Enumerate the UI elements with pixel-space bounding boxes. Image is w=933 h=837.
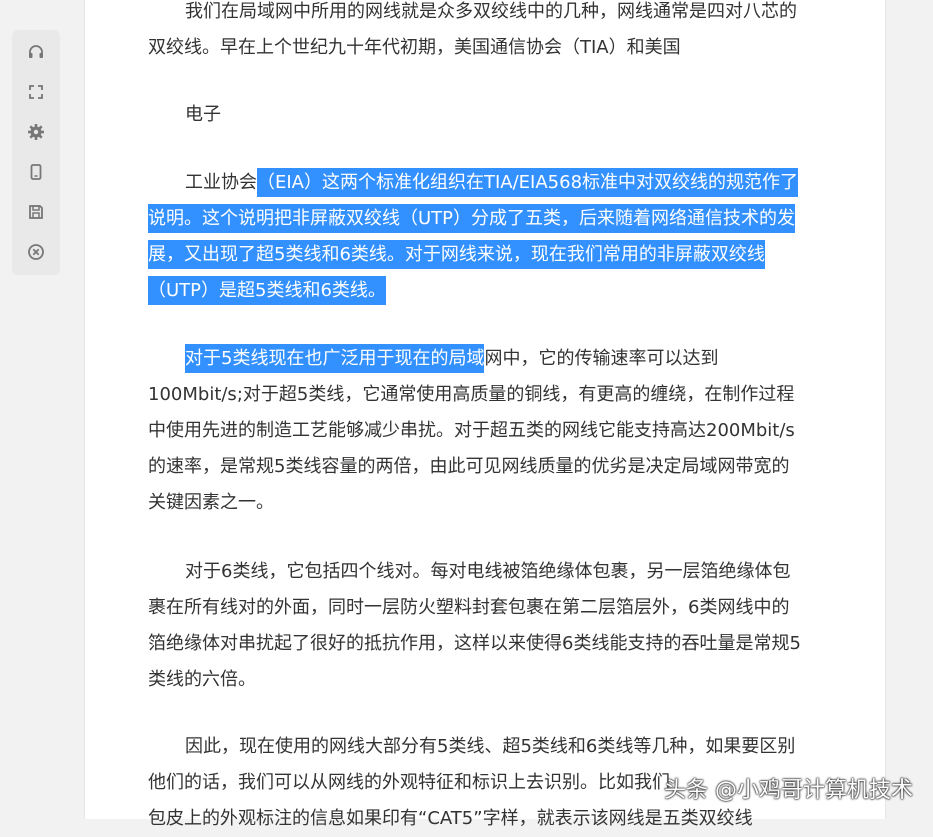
paragraph-line: 关键因素之一。 — [148, 492, 274, 513]
paragraph-line: 的速率，是常规5类线容量的两倍，由此可见网线质量的优劣是决定局域网带宽的 — [148, 456, 790, 477]
gear-icon — [28, 124, 44, 140]
paragraph-line: 工业协会（EIA）这两个标准化组织在TIA/EIA568标准中对双绞线的规范作了 — [185, 165, 799, 201]
mobile-view-button[interactable] — [24, 160, 48, 184]
text-plain: 网中，它的传输速率可以达到 — [484, 348, 719, 369]
fullscreen-button[interactable] — [24, 80, 48, 104]
paragraph-line: 双绞线。早在上个世纪九十年代初期，美国通信协会（TIA）和美国 — [148, 37, 681, 58]
paragraph-line: （UTP）是超5类线和6类线。 — [148, 273, 386, 309]
close-circle-icon — [28, 244, 44, 260]
paragraph-line: 对于6类线，它包括四个线对。每对电线被箔绝缘体包裹，另一层箔绝缘体包 — [185, 561, 791, 582]
headphones-icon — [29, 45, 43, 58]
paragraph-line: 箔绝缘体对串扰起了很好的抵抗作用，这样以来使得6类线能支持的吞吐量是常规5 — [148, 633, 801, 654]
paragraph-line: 说明。这个说明把非屏蔽双绞线（UTP）分成了五类，后来随着网络通信技术的发 — [148, 201, 796, 237]
headphones-button[interactable] — [24, 40, 48, 64]
paragraph-line: 包皮上的外观标注的信息如果印有“CAT5”字样，就表示该网线是五类双绞线 — [148, 808, 753, 829]
text-selection[interactable]: （UTP）是超5类线和6类线。 — [148, 276, 386, 305]
text-selection[interactable]: 展，又出现了超5类线和6类线。对于网线来说，现在我们常用的非屏蔽双绞线 — [148, 240, 765, 269]
paragraph-line: 展，又出现了超5类线和6类线。对于网线来说，现在我们常用的非屏蔽双绞线 — [148, 237, 765, 273]
text-selection[interactable]: （EIA）这两个标准化组织在TIA/EIA568标准中对双绞线的规范作了 — [257, 168, 799, 197]
paragraph-line: 我们在局域网中所用的网线就是众多双绞线中的几种，网线通常是四对八芯的 — [185, 1, 797, 22]
paragraph-line: 因此，现在使用的网线大部分有5类线、超5类线和6类线等几种，如果要区别 — [185, 736, 796, 757]
phone-icon — [30, 164, 42, 180]
side-toolbar — [12, 30, 60, 275]
paragraph-line: 类线的六倍。 — [148, 669, 256, 690]
text-selection[interactable]: 对于5类线现在也广泛用于现在的局域 — [185, 344, 485, 373]
paragraph-line: 电子 — [185, 104, 221, 125]
save-icon — [29, 205, 43, 219]
paragraph-line: 裹在所有线对的外面，同时一层防火塑料封套包裹在第二层箔层外，6类网线中的 — [148, 597, 790, 618]
text-plain: 工业协会 — [185, 172, 257, 193]
paragraph-line: 他们的话，我们可以从网线的外观特征和标识上去识别。比如我们 — [148, 772, 670, 793]
text-selection[interactable]: 说明。这个说明把非屏蔽双绞线（UTP）分成了五类，后来随着网络通信技术的发 — [148, 204, 796, 233]
save-button[interactable] — [24, 200, 48, 224]
paragraph-line: 中使用先进的制造工艺能够减少串扰。对于超五类的网线它能支持高达200Mbit/s — [148, 420, 795, 441]
paragraph-line: 100Mbit/s;对于超5类线，它通常使用高质量的铜线，有更高的缠绕，在制作过… — [148, 384, 795, 405]
fullscreen-icon — [29, 85, 43, 99]
close-button[interactable] — [24, 240, 48, 264]
settings-button[interactable] — [24, 120, 48, 144]
paragraph-line: 对于5类线现在也广泛用于现在的局域网中，它的传输速率可以达到 — [185, 341, 718, 377]
watermark: 头条 @小鸡哥计算机技术 — [664, 778, 913, 803]
